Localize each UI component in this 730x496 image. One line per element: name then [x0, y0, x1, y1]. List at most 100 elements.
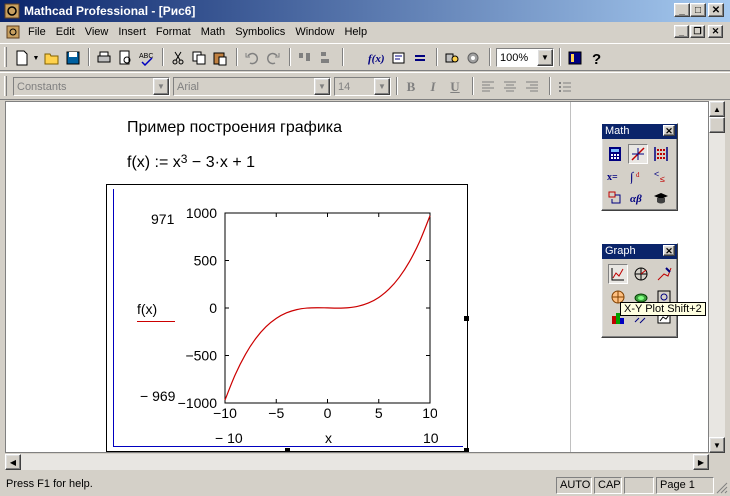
mathcad-app-icon[interactable] [4, 3, 20, 19]
toolbar-grip[interactable] [4, 76, 7, 96]
boolean-toolbar-button[interactable]: < ≤ [651, 166, 671, 186]
graph-palette-titlebar[interactable]: Graph ✕ [602, 244, 677, 259]
cut-button[interactable] [168, 48, 188, 68]
font-size-select[interactable]: 14 ▼ [334, 77, 391, 96]
new-dropdown-button[interactable]: ▼ [31, 48, 41, 68]
chevron-down-icon[interactable]: ▼ [314, 78, 330, 95]
menu-view[interactable]: View [80, 22, 114, 42]
insert-unit-button[interactable] [389, 48, 409, 68]
bold-button[interactable]: B [401, 77, 421, 97]
italic-button[interactable]: I [423, 77, 443, 97]
menu-file[interactable]: File [23, 22, 51, 42]
x-min-limit-label[interactable]: − 10 [215, 430, 243, 446]
xy-plot-button[interactable] [608, 264, 628, 284]
y-axis-expression[interactable]: f(x) [137, 301, 157, 317]
menu-help[interactable]: Help [339, 22, 372, 42]
redo-icon [266, 52, 280, 65]
calculator-toolbar-button[interactable] [605, 144, 625, 164]
doc-close-button[interactable]: ✕ [708, 25, 723, 38]
scroll-left-button[interactable]: ◀ [5, 454, 21, 470]
resource-center-button[interactable] [565, 48, 585, 68]
menu-edit[interactable]: Edit [51, 22, 80, 42]
math-palette-titlebar[interactable]: Math ✕ [602, 124, 677, 139]
close-button[interactable]: ✕ [708, 3, 724, 17]
graph-icon [631, 147, 645, 161]
toolbar-grip[interactable] [4, 47, 7, 67]
doc-restore-button[interactable]: ❐ [690, 25, 705, 38]
align-across-button[interactable] [295, 48, 315, 68]
bullets-button[interactable] [555, 77, 575, 97]
x-axis-expression[interactable]: x [325, 430, 332, 446]
menu-symbolics[interactable]: Symbolics [230, 22, 290, 42]
zoom-plot-button[interactable] [654, 264, 674, 284]
scroll-right-button[interactable]: ▶ [693, 454, 709, 470]
function-definition[interactable]: f(x) := x3 − 3·x + 1 [127, 152, 255, 172]
close-icon[interactable]: ✕ [663, 125, 675, 136]
toolbar-separator [236, 48, 238, 66]
undo-button[interactable] [242, 48, 262, 68]
series-line-f-of-x [224, 215, 431, 401]
new-button[interactable] [12, 48, 32, 68]
polar-plot-button[interactable] [631, 264, 651, 284]
chevron-down-icon[interactable]: ▼ [153, 78, 169, 95]
matrix-toolbar-button[interactable] [651, 144, 671, 164]
print-preview-button[interactable] [115, 48, 135, 68]
save-disk-icon [66, 51, 80, 65]
scroll-down-button[interactable]: ▼ [709, 437, 725, 453]
copy-button[interactable] [189, 48, 209, 68]
zoom-select[interactable]: 100% ▼ [496, 48, 554, 67]
minimize-button[interactable]: _ [674, 3, 690, 17]
underline-button[interactable]: U [445, 77, 465, 97]
evaluation-toolbar-button[interactable]: x= [605, 166, 625, 186]
status-num-lock [624, 477, 654, 494]
resource-button[interactable] [463, 48, 483, 68]
horizontal-scrollbar[interactable]: ◀ ▶ [5, 454, 709, 470]
insert-function-button[interactable]: f(x) [366, 48, 386, 68]
close-icon[interactable]: ✕ [663, 245, 675, 256]
menu-format[interactable]: Format [151, 22, 196, 42]
save-button[interactable] [63, 48, 83, 68]
menu-insert[interactable]: Insert [113, 22, 151, 42]
xy-plot-region[interactable]: 971 − 969 f(x) − 10 x 10 −10 −5 0 5 10 1000 50… [106, 184, 469, 452]
menu-math[interactable]: Math [196, 22, 230, 42]
resize-handle[interactable] [464, 448, 469, 452]
spell-check-button[interactable]: ABC [136, 48, 156, 68]
doc-minimize-button[interactable]: _ [674, 25, 689, 38]
help-button[interactable]: ? [587, 48, 607, 68]
x-max-limit-label[interactable]: 10 [423, 430, 439, 446]
programming-toolbar-button[interactable] [605, 188, 625, 208]
symbolic-toolbar-button[interactable] [651, 188, 671, 208]
scroll-up-button[interactable]: ▲ [709, 101, 725, 117]
calculator-icon [609, 147, 621, 161]
graph-toolbar-button[interactable] [628, 144, 648, 164]
open-button[interactable] [42, 48, 62, 68]
status-help-text: Press F1 for help. [6, 478, 93, 490]
greek-toolbar-button[interactable]: αβ [628, 188, 648, 208]
print-button[interactable] [94, 48, 114, 68]
resize-handle[interactable] [464, 316, 469, 321]
calculus-toolbar-button[interactable]: ∫ d [628, 166, 648, 186]
style-select[interactable]: Constants ▼ [13, 77, 170, 96]
resize-handle[interactable] [285, 448, 290, 452]
align-down-button[interactable] [316, 48, 336, 68]
paste-button[interactable] [210, 48, 230, 68]
font-select[interactable]: Arial ▼ [173, 77, 331, 96]
xy-plot-chart[interactable]: −10 −5 0 5 1010005000−500−1000 [167, 205, 437, 431]
align-center-button[interactable] [500, 77, 520, 97]
align-right-button[interactable] [522, 77, 542, 97]
chevron-down-icon[interactable]: ▼ [537, 49, 553, 66]
scroll-thumb[interactable] [709, 117, 725, 133]
maximize-button[interactable]: □ [690, 3, 706, 17]
menu-window[interactable]: Window [290, 22, 339, 42]
programming-icon [608, 191, 621, 204]
vertical-scrollbar[interactable]: ▲ ▼ [709, 101, 725, 453]
chevron-down-icon[interactable]: ▼ [374, 78, 390, 95]
insert-component-button[interactable] [442, 48, 462, 68]
document-icon[interactable] [6, 25, 20, 39]
resize-grip-icon[interactable] [714, 480, 728, 494]
calculate-button[interactable] [410, 48, 430, 68]
redo-button[interactable] [263, 48, 283, 68]
worksheet-heading[interactable]: Пример построения графика [127, 119, 342, 137]
font-size-value: 14 [338, 80, 351, 93]
align-left-button[interactable] [478, 77, 498, 97]
